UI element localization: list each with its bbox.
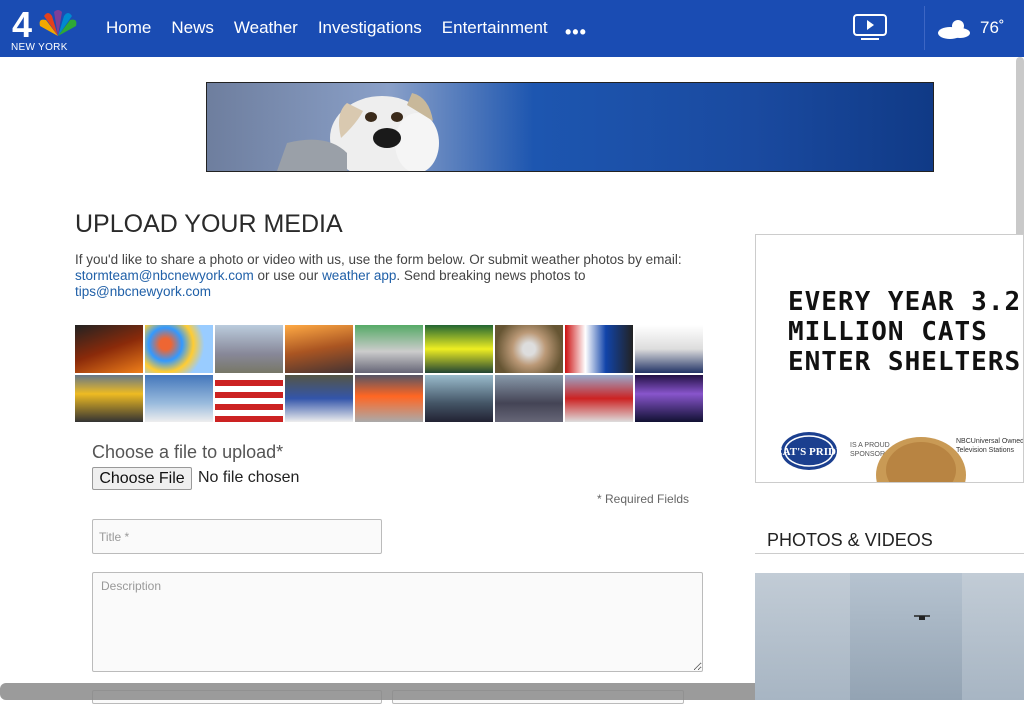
title-field[interactable] (92, 519, 382, 554)
drone-icon (914, 615, 930, 620)
page-title: UPLOAD YOUR MEDIA (75, 210, 343, 238)
temperature[interactable]: 76˚ (980, 18, 1005, 38)
grid-photo (495, 374, 563, 422)
cats-pride-logo-text: CAT'S PRIDE (780, 446, 838, 458)
stormteam-email-link[interactable]: stormteam@nbcnewyork.com (75, 268, 254, 283)
choose-file-label: Choose a file to upload* (92, 442, 284, 462)
grid-photo (75, 374, 143, 422)
grid-photo (425, 374, 493, 422)
logo-number: 4 (12, 4, 32, 45)
choose-file-button[interactable]: Choose File (92, 467, 192, 490)
weather-app-link[interactable]: weather app (322, 268, 396, 283)
grid-photo (635, 325, 703, 373)
grid-photo (635, 374, 703, 422)
file-status: No file chosen (198, 469, 300, 486)
grid-photo (215, 374, 283, 422)
grid-photo (285, 325, 353, 373)
peacock-icon (39, 10, 77, 36)
nav-entertainment[interactable]: Entertainment (442, 18, 548, 38)
sky-shade (850, 573, 962, 700)
intro-mid: or use our (253, 268, 323, 283)
header-divider (924, 6, 925, 50)
sample-photo-grid (75, 325, 703, 422)
ad-headline: EVERY YEAR 3.2 MILLION CATS ENTER SHELTE… (788, 287, 1022, 377)
logo-text: NEW YORK (11, 42, 68, 53)
photos-videos-thumbnail[interactable] (755, 573, 1024, 700)
grid-photo (75, 325, 143, 373)
grid-photo (145, 325, 213, 373)
tips-email-link[interactable]: tips@nbcnewyork.com (75, 284, 211, 299)
nav-home[interactable]: Home (106, 18, 151, 38)
partly-cloudy-icon[interactable] (936, 18, 972, 40)
grid-photo (565, 325, 633, 373)
cats-pride-logo: CAT'S PRIDE (780, 432, 838, 470)
grid-photo (285, 374, 353, 422)
ad-nbc-text: NBCUniversal Owned Television Stations (956, 438, 1024, 454)
sidebar-ad[interactable]: EVERY YEAR 3.2 MILLION CATS ENTER SHELTE… (755, 234, 1024, 483)
video-play-icon[interactable] (853, 14, 887, 41)
intro-after: . Send breaking news photos to (396, 268, 586, 283)
intro-prefix: If you'd like to share a photo or video … (75, 252, 682, 267)
dog-ad-image (277, 93, 439, 171)
top-navigation-bar: 4 NEW YORK Home News Weather Investigati… (0, 0, 1024, 57)
banner-ad[interactable] (206, 82, 934, 172)
grid-photo (215, 325, 283, 373)
grid-photo (145, 374, 213, 422)
photos-videos-heading: PHOTOS & VIDEOS (767, 530, 933, 550)
section-divider (755, 553, 1024, 554)
more-menu-button[interactable]: ••• (565, 22, 587, 43)
nav-weather[interactable]: Weather (234, 18, 298, 38)
main-nav: Home News Weather Investigations Enterta… (106, 18, 548, 38)
nbc-4-new-york-logo[interactable]: 4 NEW YORK (10, 4, 82, 54)
grid-photo (425, 325, 493, 373)
nav-news[interactable]: News (171, 18, 214, 38)
grid-photo (565, 374, 633, 422)
grid-photo (355, 374, 423, 422)
description-field[interactable] (92, 572, 703, 672)
grid-photo (355, 325, 423, 373)
required-fields-note: * Required Fields (597, 492, 690, 506)
grid-photo (495, 325, 563, 373)
vertical-scrollbar[interactable] (1016, 57, 1024, 257)
nav-investigations[interactable]: Investigations (318, 18, 422, 38)
intro-text: If you'd like to share a photo or video … (75, 252, 705, 300)
